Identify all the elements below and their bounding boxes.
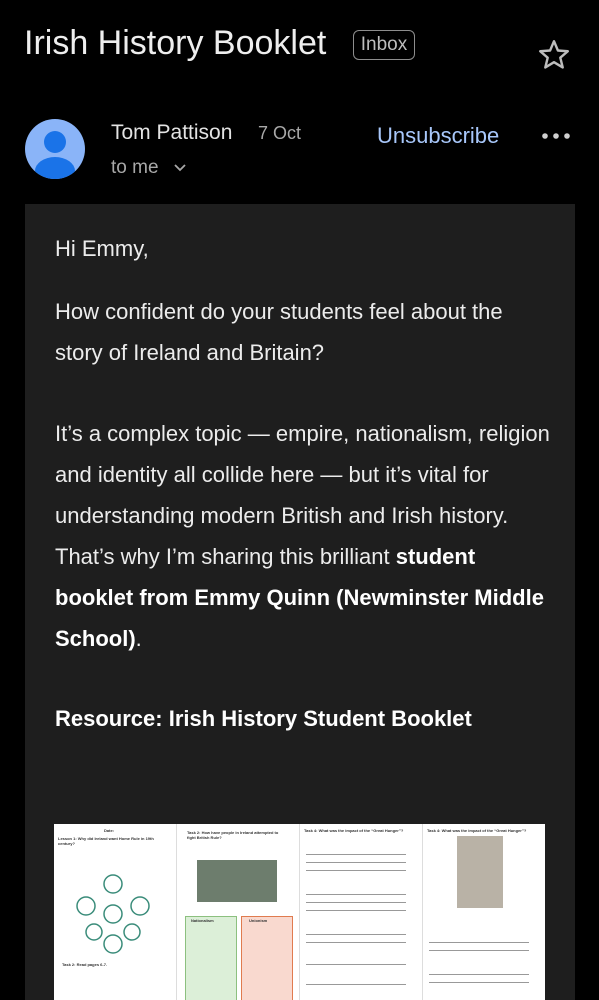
nationalism-label: Nationalism — [191, 918, 214, 923]
more-vert-icon[interactable] — [540, 125, 572, 147]
inbox-label[interactable]: Inbox — [353, 30, 415, 60]
answer-line — [306, 894, 406, 895]
recipient-details[interactable]: to me — [111, 157, 187, 179]
unionism-box — [241, 916, 293, 1000]
answer-line — [429, 942, 529, 943]
answer-line — [306, 984, 406, 985]
page1-lesson: Lesson 1: Why did Ireland want Home Rule… — [58, 836, 154, 846]
mindmap-diagram — [76, 874, 150, 954]
answer-line — [306, 854, 406, 855]
answer-line — [306, 910, 406, 911]
preview-page-4: Task 4: What was the impact of the “Grea… — [423, 824, 545, 1000]
answer-line — [306, 964, 406, 965]
answer-line — [306, 942, 406, 943]
sender-avatar[interactable] — [25, 119, 85, 179]
answer-line — [306, 862, 406, 863]
page2-task: Task 2: How have people in Ireland attem… — [187, 830, 279, 840]
email-date: 7 Oct — [258, 123, 302, 143]
answer-line — [429, 974, 529, 975]
booklet-preview-image[interactable]: Date: Lesson 1: Why did Ireland want Hom… — [54, 824, 545, 1000]
paragraph-2-text: It’s a complex topic — empire, nationali… — [55, 421, 550, 569]
unionism-label: Unionism — [249, 918, 268, 923]
recipient-label: to me — [111, 157, 159, 178]
answer-line — [306, 870, 406, 871]
page2-photo — [197, 860, 277, 902]
famine-illustration — [457, 836, 503, 908]
sender-name[interactable]: Tom Pattison — [111, 121, 232, 145]
star-icon[interactable] — [536, 37, 572, 73]
paragraph-2: It’s a complex topic — empire, nationali… — [55, 413, 555, 659]
resource-heading: Resource: Irish History Student Booklet — [55, 706, 472, 731]
page1-task: Task 2: Read pages 6-7. — [62, 962, 108, 967]
page1-date: Date: — [104, 828, 115, 833]
answer-line — [306, 934, 406, 935]
answer-line — [306, 902, 406, 903]
preview-page-2: Task 2: How have people in Ireland attem… — [177, 824, 300, 1000]
answer-line — [429, 950, 529, 951]
page4-title: Task 4: What was the impact of the “Grea… — [427, 828, 527, 833]
greeting: Hi Emmy, — [55, 236, 149, 261]
preview-page-1: Date: Lesson 1: Why did Ireland want Hom… — [54, 824, 177, 1000]
chevron-down-icon[interactable] — [173, 163, 187, 173]
paragraph-1: How confident do your students feel abou… — [55, 299, 503, 365]
page3-title: Task 4: What was the impact of the “Grea… — [304, 828, 404, 833]
nationalism-box — [185, 916, 237, 1000]
email-subject: Irish History Booklet — [24, 24, 327, 62]
person-icon — [35, 131, 75, 179]
unsubscribe-link[interactable]: Unsubscribe — [377, 123, 499, 149]
paragraph-2-end: . — [135, 626, 142, 651]
preview-page-3: Task 4: What was the impact of the “Grea… — [300, 824, 423, 1000]
answer-line — [429, 982, 529, 983]
